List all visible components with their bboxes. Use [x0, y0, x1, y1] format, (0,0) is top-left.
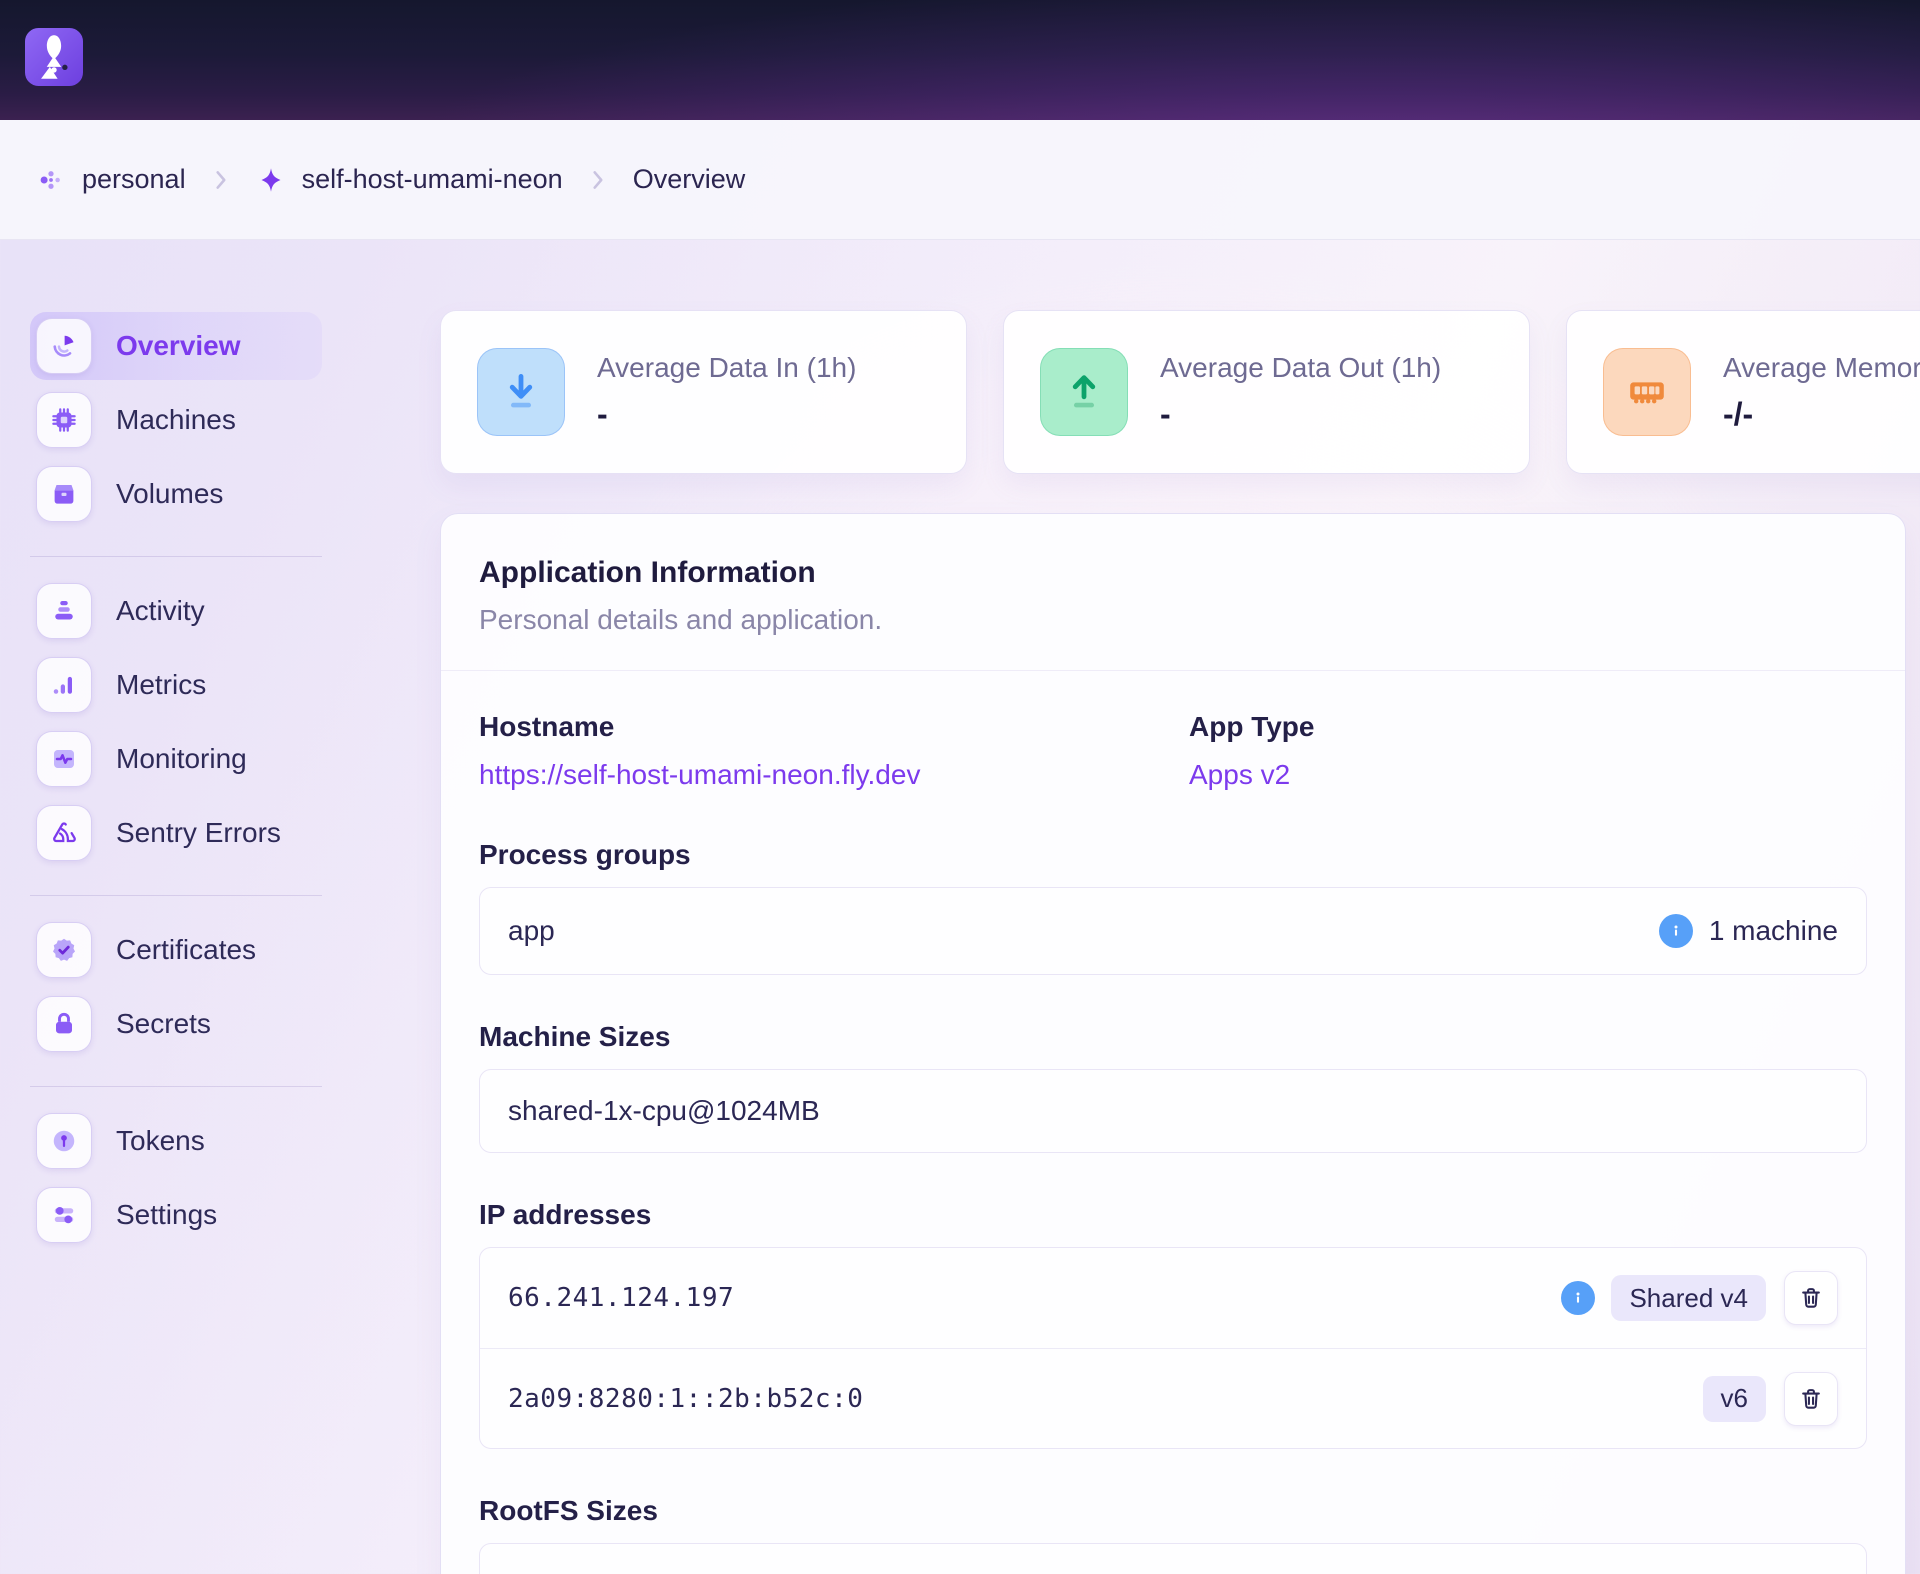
- delete-ip-button[interactable]: [1784, 1271, 1838, 1325]
- sidebar-item-label: Tokens: [116, 1125, 205, 1157]
- app-type-link[interactable]: Apps v2: [1189, 761, 1290, 789]
- fly-logo-icon[interactable]: [25, 28, 83, 86]
- sidebar-item-label: Volumes: [116, 478, 223, 510]
- sidebar-item-machines[interactable]: Machines: [30, 386, 322, 454]
- sidebar-item-label: Secrets: [116, 1008, 211, 1040]
- badge-check-icon: [36, 922, 92, 978]
- application-information-card: Application Information Personal details…: [440, 513, 1906, 1574]
- sidebar-item-label: Machines: [116, 404, 236, 436]
- sidebar-item-label: Metrics: [116, 669, 206, 701]
- trash-icon: [1798, 1386, 1824, 1412]
- process-groups-section: Process groups app 1 machine: [479, 841, 1867, 975]
- sidebar: Overview Machines Volumes: [30, 312, 322, 1255]
- ip-type-badge: v6: [1703, 1376, 1766, 1422]
- process-group-row: app 1 machine: [480, 888, 1866, 974]
- bar-chart-icon: [36, 657, 92, 713]
- sidebar-item-tokens[interactable]: Tokens: [30, 1107, 322, 1175]
- sentry-logo-icon: [36, 805, 92, 861]
- machine-sizes-section: Machine Sizes shared-1x-cpu@1024MB: [479, 1023, 1867, 1153]
- ip-addresses-section: IP addresses 66.241.124.197 Shared v4: [479, 1201, 1867, 1449]
- ip-addresses-label: IP addresses: [479, 1201, 1867, 1229]
- rootfs-sizes-section: RootFS Sizes 171 MB 1 machine: [479, 1497, 1867, 1574]
- trash-icon: [1798, 1285, 1824, 1311]
- hostname-apptype-grid: Hostname https://self-host-umami-neon.fl…: [479, 713, 1867, 789]
- pulse-monitor-icon: [36, 731, 92, 787]
- upload-icon: [1040, 348, 1128, 436]
- stacked-stones-icon: [36, 583, 92, 639]
- sidebar-item-settings[interactable]: Settings: [30, 1181, 322, 1249]
- sparkle-icon: [256, 165, 286, 195]
- info-icon[interactable]: [1561, 1281, 1595, 1315]
- sidebar-item-sentry-errors[interactable]: Sentry Errors: [30, 799, 322, 867]
- cpu-chip-icon: [36, 392, 92, 448]
- ip-address: 66.241.124.197: [508, 1283, 734, 1313]
- stat-title: Average Data In (1h): [597, 352, 856, 384]
- ip-row: 2a09:8280:1::2b:b52c:0 v6: [480, 1348, 1866, 1448]
- stat-card-memory: Average Memory -/-: [1566, 310, 1920, 474]
- sidebar-item-certificates[interactable]: Certificates: [30, 916, 322, 984]
- stat-title: Average Data Out (1h): [1160, 352, 1441, 384]
- sidebar-item-metrics[interactable]: Metrics: [30, 651, 322, 719]
- machine-sizes-label: Machine Sizes: [479, 1023, 1867, 1051]
- section-subtitle: Personal details and application.: [479, 606, 1867, 634]
- breadcrumb-org-label: personal: [82, 164, 186, 195]
- stats-row: Average Data In (1h) - Average Data Out …: [440, 310, 1920, 474]
- breadcrumb-app-link[interactable]: self-host-umami-neon: [256, 164, 563, 195]
- chevron-right-icon: [585, 167, 611, 193]
- sidebar-item-label: Overview: [116, 330, 241, 362]
- machine-count: 1 machine: [1709, 915, 1838, 947]
- sidebar-divider: [30, 895, 322, 896]
- sidebar-item-label: Activity: [116, 595, 205, 627]
- sidebar-item-label: Settings: [116, 1199, 217, 1231]
- process-group-name: app: [508, 915, 555, 947]
- rootfs-row: 171 MB 1 machine: [480, 1544, 1866, 1574]
- sidebar-divider: [30, 556, 322, 557]
- sidebar-item-label: Monitoring: [116, 743, 247, 775]
- sidebar-item-secrets[interactable]: Secrets: [30, 990, 322, 1058]
- sidebar-item-label: Sentry Errors: [116, 817, 281, 849]
- token-key-icon: [36, 1113, 92, 1169]
- stat-card-data-out: Average Data Out (1h) -: [1003, 310, 1530, 474]
- org-dots-icon: [36, 165, 66, 195]
- stat-value: -: [597, 396, 856, 433]
- sidebar-item-monitoring[interactable]: Monitoring: [30, 725, 322, 793]
- breadcrumb-app-label: self-host-umami-neon: [302, 164, 563, 195]
- ip-address: 2a09:8280:1::2b:b52c:0: [508, 1384, 863, 1414]
- rootfs-sizes-label: RootFS Sizes: [479, 1497, 1867, 1525]
- package-box-icon: [36, 466, 92, 522]
- app-type-label: App Type: [1189, 713, 1867, 741]
- ip-row: 66.241.124.197 Shared v4: [480, 1248, 1866, 1348]
- info-icon[interactable]: [1659, 914, 1693, 948]
- download-icon: [477, 348, 565, 436]
- stat-value: -/-: [1723, 396, 1920, 433]
- delete-ip-button[interactable]: [1784, 1372, 1838, 1426]
- hostname-link[interactable]: https://self-host-umami-neon.fly.dev: [479, 761, 920, 789]
- sidebar-divider: [30, 1086, 322, 1087]
- stat-value: -: [1160, 396, 1441, 433]
- breadcrumb: personal self-host-umami-neon Overview: [0, 120, 1920, 240]
- sliders-icon: [36, 1187, 92, 1243]
- stat-title: Average Memory: [1723, 352, 1920, 384]
- stat-card-data-in: Average Data In (1h) -: [440, 310, 967, 474]
- memory-icon: [1603, 348, 1691, 436]
- sidebar-item-volumes[interactable]: Volumes: [30, 460, 322, 528]
- process-groups-label: Process groups: [479, 841, 1867, 869]
- machine-size-value: shared-1x-cpu@1024MB: [508, 1095, 820, 1127]
- breadcrumb-org-link[interactable]: personal: [36, 164, 186, 195]
- app-card-header: Application Information Personal details…: [441, 514, 1905, 671]
- top-bar: [0, 0, 1920, 120]
- sidebar-item-label: Certificates: [116, 934, 256, 966]
- lock-icon: [36, 996, 92, 1052]
- section-title: Application Information: [479, 558, 1867, 588]
- machine-size-row: shared-1x-cpu@1024MB: [480, 1070, 1866, 1152]
- breadcrumb-page-label: Overview: [633, 164, 746, 195]
- sidebar-item-activity[interactable]: Activity: [30, 577, 322, 645]
- chevron-right-icon: [208, 167, 234, 193]
- sidebar-item-overview[interactable]: Overview: [30, 312, 322, 380]
- ip-type-badge: Shared v4: [1611, 1275, 1766, 1321]
- hostname-label: Hostname: [479, 713, 1189, 741]
- overview-pie-icon: [36, 318, 92, 374]
